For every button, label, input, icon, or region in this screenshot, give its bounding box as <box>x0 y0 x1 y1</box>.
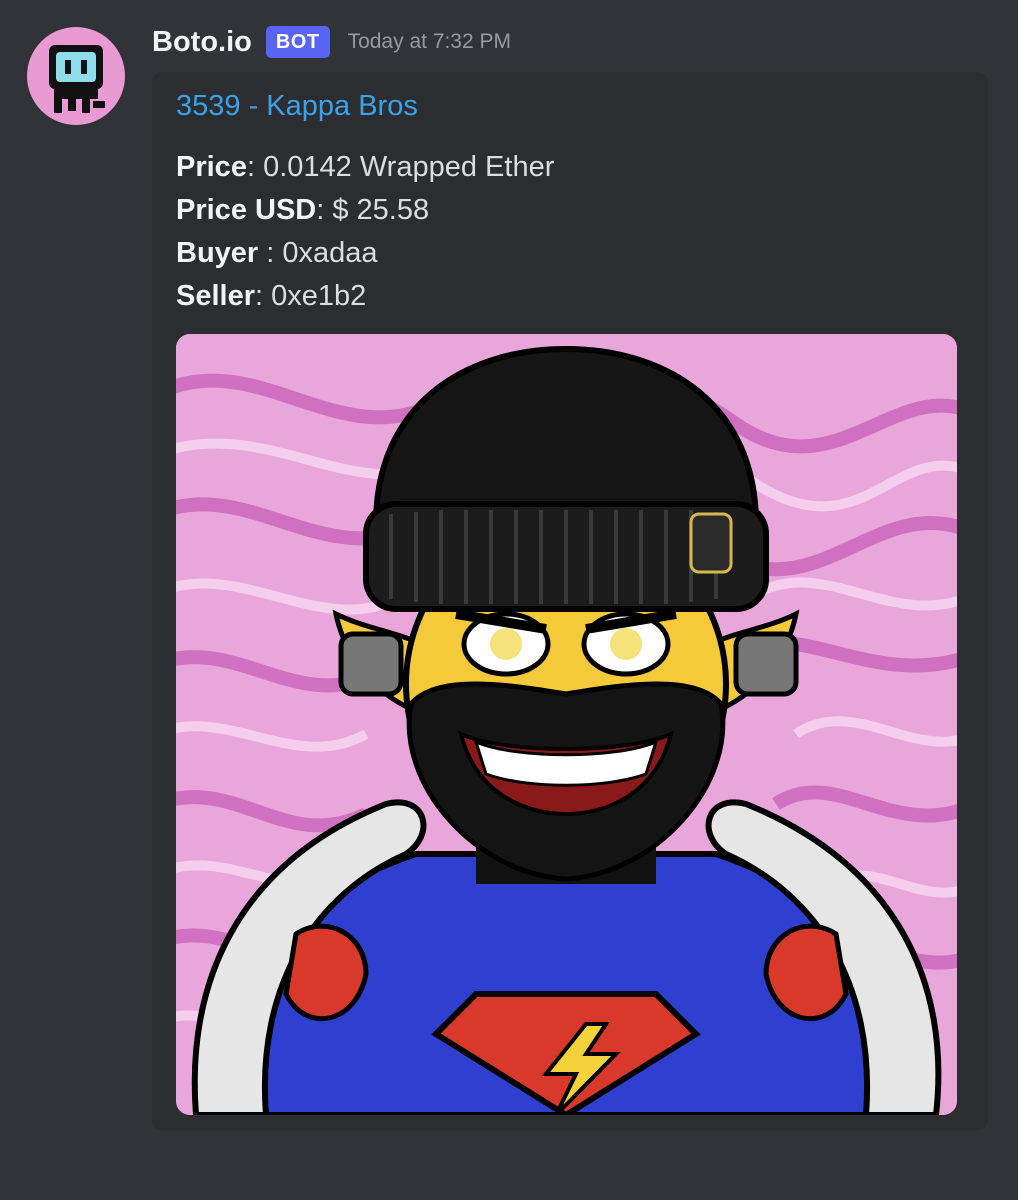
field-label: Price USD <box>176 194 317 226</box>
field-value: 0.0142 Wrapped Ether <box>263 151 555 183</box>
nft-image[interactable] <box>176 334 957 1115</box>
field-value: 0xadaa <box>282 237 378 269</box>
robot-avatar-icon[interactable] <box>27 27 125 125</box>
field-label: Price <box>176 151 247 183</box>
field-separator: : <box>255 280 272 312</box>
field-value: $ 25.58 <box>332 194 430 226</box>
author-name[interactable]: Boto.io <box>152 26 252 59</box>
embed-card: 3539 - Kappa Bros Price: 0.0142 Wrapped … <box>152 72 988 1130</box>
field-label: Buyer <box>176 237 259 269</box>
message-header: Boto.io BOT Today at 7:32 PM <box>152 22 511 62</box>
message-timestamp[interactable]: Today at 7:32 PM <box>348 30 511 54</box>
field-buyer: Buyer : 0xadaa <box>176 232 554 275</box>
field-price: Price: 0.0142 Wrapped Ether <box>176 146 554 189</box>
bot-badge: BOT <box>265 26 330 58</box>
chat-message: Boto.io BOT Today at 7:32 PM 3539 - Kapp… <box>0 0 1018 1200</box>
embed-title-link[interactable]: 3539 - Kappa Bros <box>176 90 418 123</box>
field-seller: Seller: 0xe1b2 <box>176 275 554 318</box>
embed-fields: Price: 0.0142 Wrapped Ether Price USD: $… <box>176 146 554 318</box>
field-label: Seller <box>176 280 255 312</box>
field-price-usd: Price USD: $ 25.58 <box>176 189 554 232</box>
field-separator: : <box>246 151 264 183</box>
field-separator: : <box>258 237 283 269</box>
field-separator: : <box>316 194 333 226</box>
field-value: 0xe1b2 <box>271 280 367 312</box>
